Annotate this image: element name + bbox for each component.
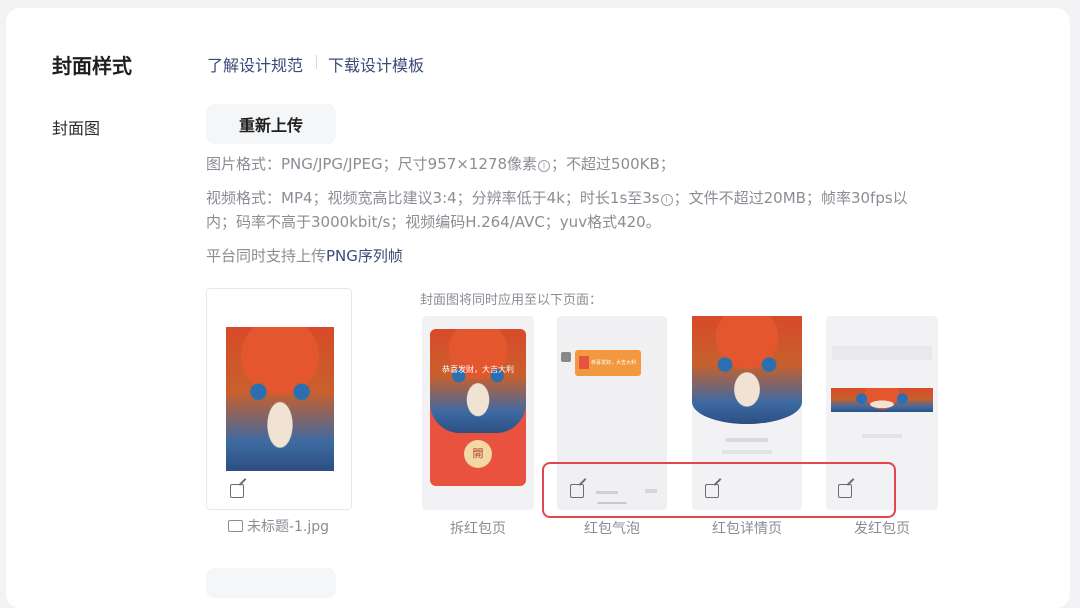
image-format-hint: 图片格式：PNG/JPG/JPEG；尺寸957×1278像素 i ；不超过500KB…: [206, 155, 675, 173]
placeholder-bar: [832, 346, 932, 360]
envelope-cover-image: [430, 329, 526, 433]
download-template-link[interactable]: 下载设计模板: [328, 52, 424, 76]
preview-open-envelope: 恭喜发财，大吉大利 開: [422, 316, 534, 510]
apply-pages-note: 封面图将同时应用至以下页面：: [420, 293, 603, 308]
file-name: 未标题-1.jpg: [228, 516, 329, 536]
next-section-button[interactable]: [206, 568, 336, 598]
link-divider: [316, 55, 317, 69]
section-title: 封面样式: [52, 54, 132, 78]
video-format-hint: 视频格式：MP4；视频宽高比建议3:4；分辨率低于4k；时长1s至3s i ；文件不…: [206, 189, 908, 231]
bubble-text: 恭喜发财，大吉大利: [591, 360, 637, 366]
design-spec-link[interactable]: 了解设计规范: [207, 52, 303, 76]
edit-highlight-frame: [542, 462, 896, 518]
detail-cover-image: [692, 316, 802, 424]
info-icon[interactable]: i: [660, 194, 673, 206]
open-envelope-button[interactable]: 開: [464, 440, 492, 468]
preview-label-send: 发红包页: [854, 521, 910, 537]
placeholder-line: [862, 434, 902, 438]
edit-icon[interactable]: [230, 484, 244, 498]
cover-upload-preview[interactable]: [206, 288, 352, 510]
preview-label-open: 拆红包页: [450, 521, 506, 537]
info-icon[interactable]: i: [538, 160, 551, 172]
placeholder-line: [726, 438, 768, 442]
reupload-button[interactable]: 重新上传: [206, 104, 336, 144]
png-sequence-link[interactable]: PNG序列帧: [326, 247, 403, 265]
bubble-packet-icon: [579, 356, 589, 369]
png-sequence-hint: 平台同时支持上传PNG序列帧: [206, 247, 403, 265]
cover-image-label: 封面图: [52, 119, 101, 138]
red-packet-bubble: 恭喜发财，大吉大利: [575, 350, 641, 376]
placeholder-line: [722, 450, 772, 454]
preview-label-bubble: 红包气泡: [584, 521, 640, 537]
cover-image-thumbnail: [226, 327, 334, 471]
send-cover-image: [831, 388, 933, 412]
envelope-greeting: 恭喜发财，大吉大利: [442, 365, 514, 374]
preview-label-detail: 红包详情页: [712, 521, 782, 537]
image-icon: [228, 520, 243, 532]
avatar: [561, 352, 571, 362]
